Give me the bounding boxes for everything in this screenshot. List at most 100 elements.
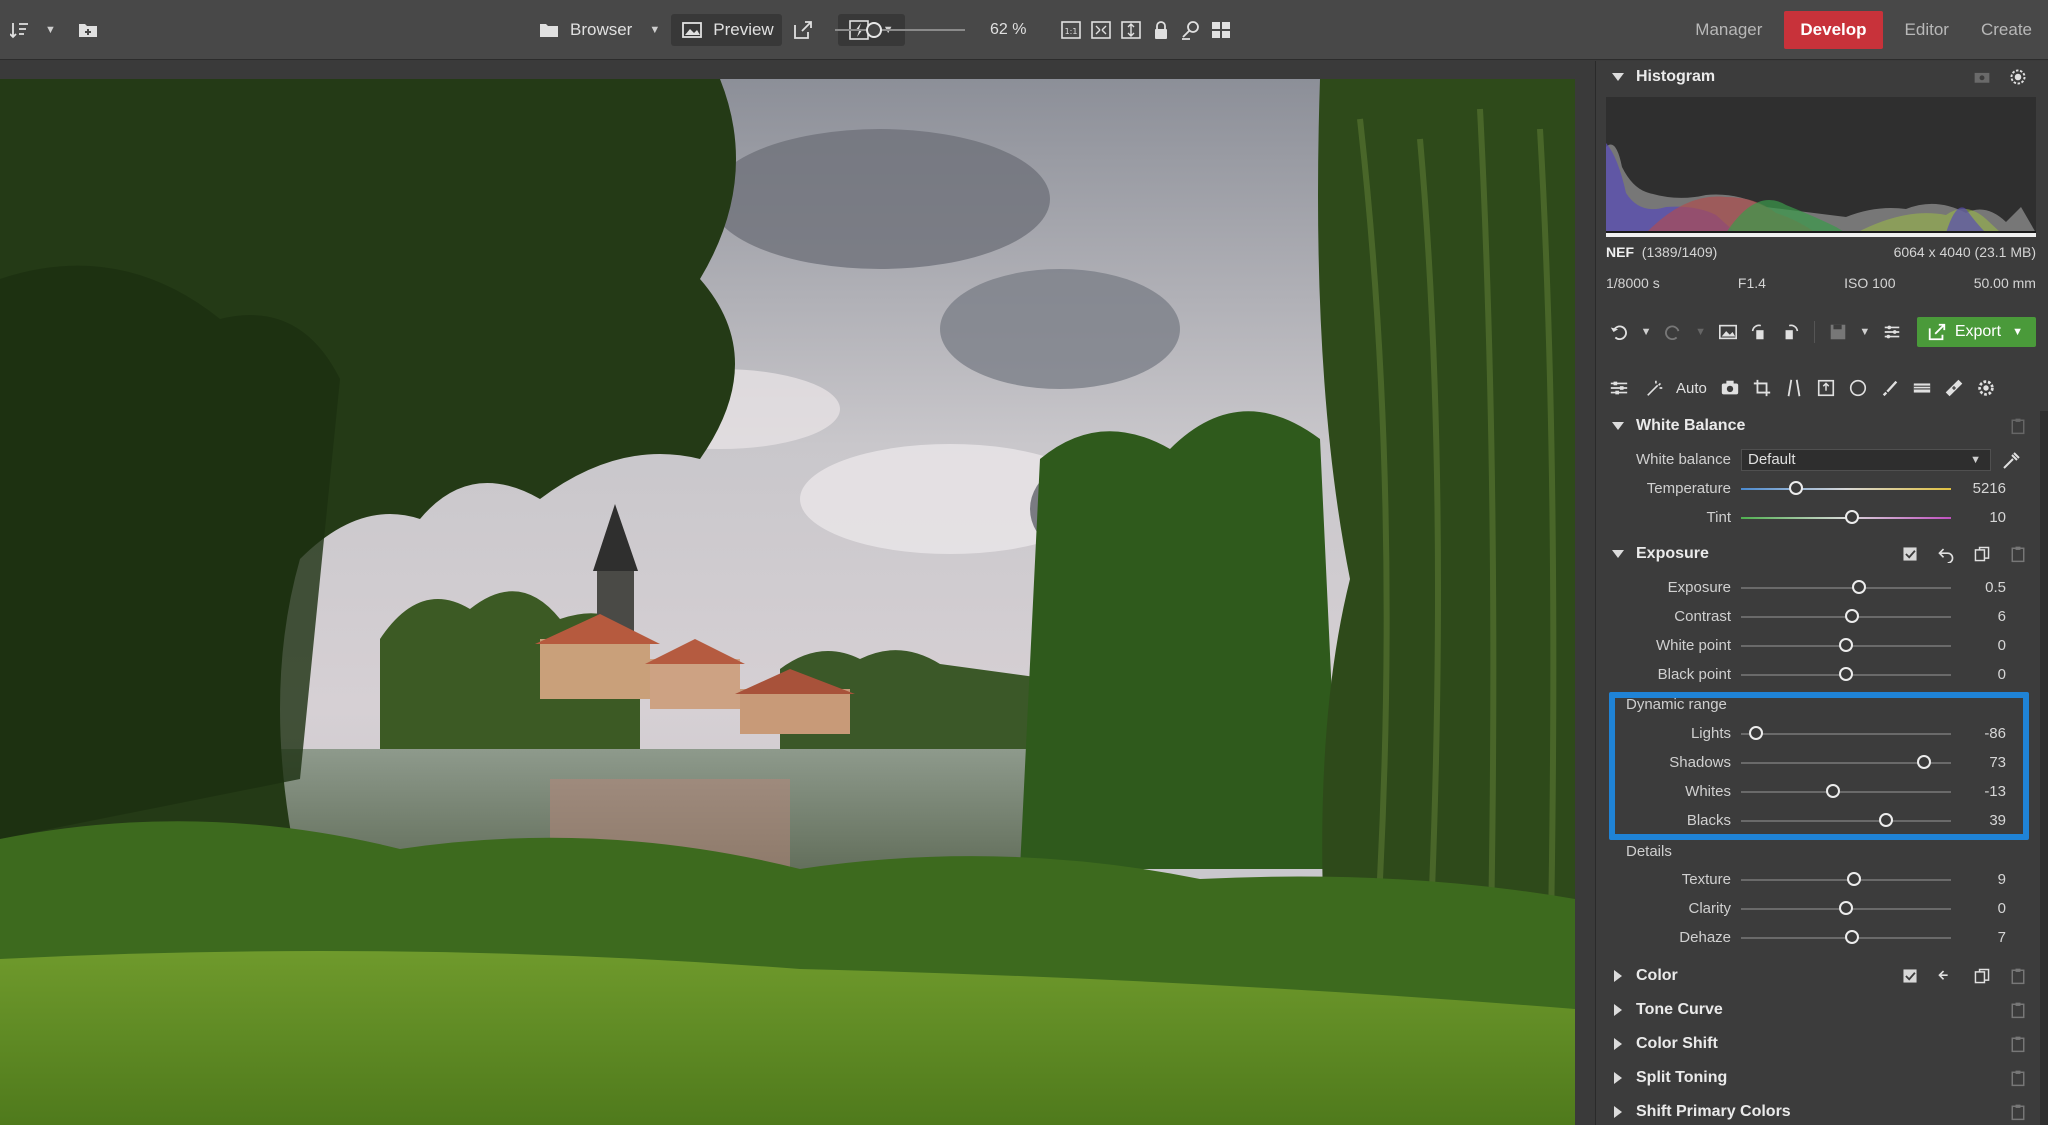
export-button[interactable]: Export ▼: [1916, 317, 2036, 347]
color-shift-header[interactable]: Color Shift: [1604, 1029, 2031, 1059]
camera-icon[interactable]: [1717, 375, 1743, 401]
white-point-slider[interactable]: [1741, 637, 1951, 652]
black-point-slider-knob[interactable]: [1839, 666, 1853, 681]
fit-screen-icon[interactable]: [1088, 17, 1114, 43]
presets-icon[interactable]: [1879, 319, 1905, 345]
camera-icon[interactable]: [1969, 64, 1995, 90]
original-image-icon[interactable]: [1715, 319, 1741, 345]
photo-preview[interactable]: [0, 79, 1575, 1125]
zoom-knob[interactable]: [866, 22, 882, 38]
tint-slider-knob[interactable]: [1845, 509, 1860, 524]
preview-button[interactable]: Preview: [671, 14, 782, 46]
open-external-button[interactable]: [782, 14, 824, 46]
zoom-track[interactable]: [835, 22, 965, 38]
chevron-down-icon[interactable]: ▼: [1638, 326, 1655, 338]
clarity-value[interactable]: 0: [1951, 900, 2006, 917]
tab-develop[interactable]: Develop: [1784, 11, 1883, 49]
fit-height-icon[interactable]: [1118, 17, 1144, 43]
loupe-icon[interactable]: [1178, 17, 1204, 43]
contrast-value[interactable]: 6: [1951, 608, 2006, 625]
exposure-slider-knob[interactable]: [1851, 579, 1866, 594]
tab-create[interactable]: Create: [1965, 11, 2048, 49]
tint-slider[interactable]: [1741, 509, 1951, 524]
blacks-slider[interactable]: [1741, 812, 1951, 827]
gradient-filter-icon[interactable]: [1909, 375, 1935, 401]
lights-slider[interactable]: [1741, 725, 1951, 740]
texture-value[interactable]: 9: [1951, 871, 2006, 888]
checkbox-icon[interactable]: [1897, 541, 1923, 567]
dehaze-slider-knob[interactable]: [1845, 929, 1860, 944]
paste-icon[interactable]: [2005, 1065, 2031, 1091]
dehaze-value[interactable]: 7: [1951, 929, 2006, 946]
whites-slider[interactable]: [1741, 783, 1951, 798]
sort-button[interactable]: ▼: [0, 14, 67, 46]
lock-icon[interactable]: [1148, 17, 1174, 43]
paste-icon[interactable]: [2005, 541, 2031, 567]
tone-curve-header[interactable]: Tone Curve: [1604, 995, 2031, 1025]
blacks-value[interactable]: 39: [1951, 812, 2006, 829]
whites-slider-knob[interactable]: [1826, 783, 1841, 798]
temperature-slider-knob[interactable]: [1788, 480, 1803, 495]
sliders-icon[interactable]: [1606, 375, 1632, 401]
color-header[interactable]: Color: [1604, 961, 2031, 991]
copy-icon[interactable]: [1969, 963, 1995, 989]
temperature-slider[interactable]: [1741, 480, 1951, 495]
rotate-left-icon[interactable]: [1747, 319, 1773, 345]
black-point-value[interactable]: 0: [1951, 666, 2006, 683]
panel-scrollbar[interactable]: [2040, 411, 2048, 1125]
save-icon[interactable]: [1825, 319, 1851, 345]
brush-icon[interactable]: [1877, 375, 1903, 401]
healing-icon[interactable]: [1941, 375, 1967, 401]
white-balance-select[interactable]: Default ▼: [1741, 448, 1991, 471]
contrast-slider-knob[interactable]: [1845, 608, 1860, 623]
exposure-value[interactable]: 0.5: [1951, 579, 2006, 596]
paste-icon[interactable]: [2005, 413, 2031, 439]
exposure-header[interactable]: Exposure: [1604, 539, 2031, 569]
blacks-slider-knob[interactable]: [1878, 812, 1893, 827]
chevron-down-icon[interactable]: ▼: [1692, 326, 1709, 338]
crop-icon[interactable]: [1749, 375, 1775, 401]
browser-button[interactable]: Browser ▼: [528, 14, 671, 46]
zoom-100-icon[interactable]: 1:1: [1058, 17, 1084, 43]
paste-icon[interactable]: [2005, 963, 2031, 989]
undo-icon[interactable]: [1606, 319, 1632, 345]
reset-icon[interactable]: [1933, 963, 1959, 989]
histogram-header[interactable]: Histogram: [1604, 62, 2031, 92]
shadows-slider-knob[interactable]: [1916, 754, 1931, 769]
grid-icon[interactable]: [1208, 17, 1234, 43]
shadows-slider[interactable]: [1741, 754, 1951, 769]
tab-manager[interactable]: Manager: [1679, 11, 1778, 49]
split-toning-header[interactable]: Split Toning: [1604, 1063, 2031, 1093]
white-balance-header[interactable]: White Balance: [1604, 411, 2031, 441]
rotate-right-icon[interactable]: [1778, 319, 1804, 345]
auto-button[interactable]: Auto: [1638, 374, 1711, 402]
white-point-slider-knob[interactable]: [1839, 637, 1853, 652]
black-point-slider[interactable]: [1741, 666, 1951, 681]
photo-viewport[interactable]: [0, 61, 1595, 1125]
tab-editor[interactable]: Editor: [1889, 11, 1965, 49]
eyedropper-icon[interactable]: [1999, 447, 2025, 473]
temperature-value[interactable]: 5216: [1951, 480, 2006, 497]
paste-icon[interactable]: [2005, 1031, 2031, 1057]
lights-value[interactable]: -86: [1951, 725, 2006, 742]
clarity-slider[interactable]: [1741, 900, 1951, 915]
shift-primary-colors-header[interactable]: Shift Primary Colors: [1604, 1097, 2031, 1125]
shadows-value[interactable]: 73: [1951, 754, 2006, 771]
rectangle-select-icon[interactable]: [1813, 375, 1839, 401]
clarity-slider-knob[interactable]: [1839, 900, 1853, 915]
chevron-down-icon[interactable]: ▼: [1856, 326, 1873, 338]
perspective-icon[interactable]: [1781, 375, 1807, 401]
reset-icon[interactable]: [1933, 541, 1959, 567]
white-point-value[interactable]: 0: [1951, 637, 2006, 654]
circle-filter-icon[interactable]: [1845, 375, 1871, 401]
contrast-slider[interactable]: [1741, 608, 1951, 623]
gear-icon[interactable]: [1973, 375, 1999, 401]
paste-icon[interactable]: [2005, 997, 2031, 1023]
settings-icon[interactable]: [2005, 64, 2031, 90]
dehaze-slider[interactable]: [1741, 929, 1951, 944]
copy-icon[interactable]: [1969, 541, 1995, 567]
paste-icon[interactable]: [2005, 1099, 2031, 1125]
zoom-slider[interactable]: [835, 0, 965, 60]
redo-icon[interactable]: [1660, 319, 1686, 345]
lights-slider-knob[interactable]: [1748, 725, 1763, 740]
